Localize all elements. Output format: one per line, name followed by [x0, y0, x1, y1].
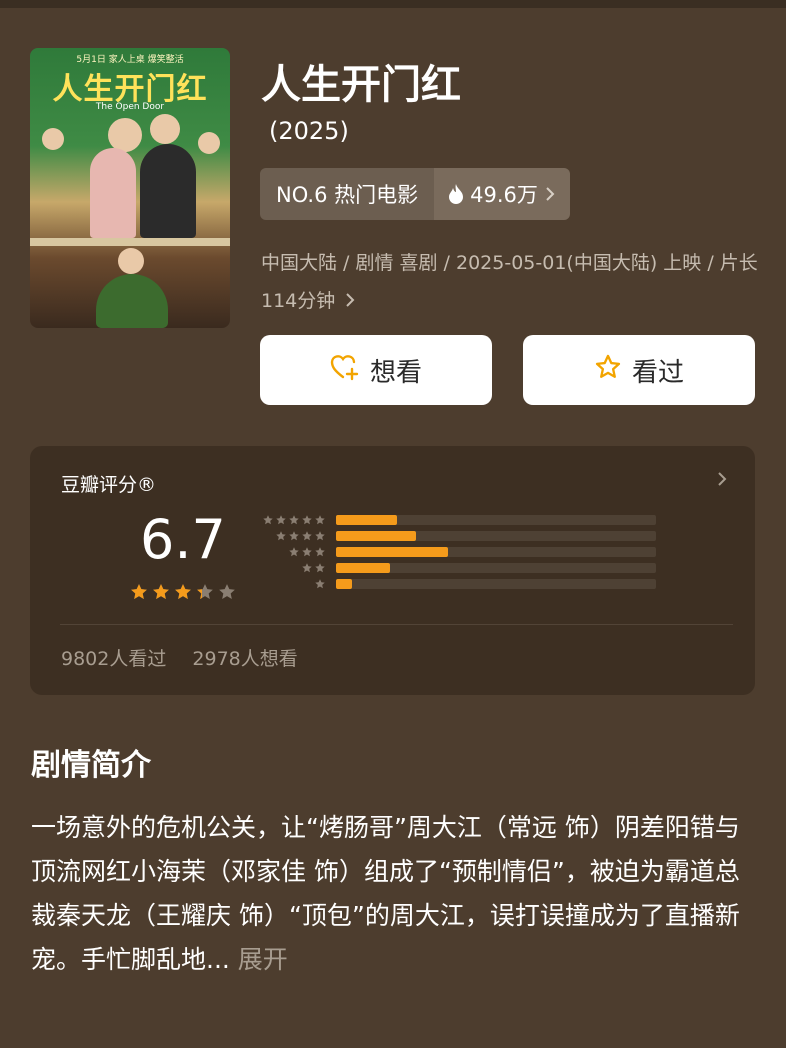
small-star-icon: [302, 515, 312, 525]
poster-figure-body: [90, 148, 136, 238]
small-star-icon: [302, 563, 312, 573]
small-star-icon: [289, 531, 299, 541]
want-button[interactable]: 想看: [260, 335, 492, 405]
distribution-stars: [256, 514, 326, 526]
rating-star-icon: [219, 584, 235, 599]
star-outline-icon: [594, 353, 622, 388]
small-star-icon: [315, 579, 325, 589]
chevron-right-icon: [345, 283, 355, 321]
rating-card[interactable]: 豆瓣评分® 6.7 9802人看过 2978人想看: [30, 446, 755, 695]
synopsis-heading: 剧情简介: [31, 748, 151, 783]
distribution-stars: [256, 578, 326, 590]
small-star-icon: [315, 531, 325, 541]
movie-year: (2025): [269, 117, 349, 145]
distribution-row: [256, 560, 656, 576]
movie-title: 人生开门红: [261, 62, 461, 108]
seen-button[interactable]: 看过: [523, 335, 755, 405]
distribution-bar: [336, 579, 352, 589]
expand-link[interactable]: 展开: [238, 945, 288, 974]
distribution-bar: [336, 547, 448, 557]
rating-star-icon: [131, 584, 147, 599]
divider: [60, 624, 733, 625]
distribution-bar: [336, 531, 416, 541]
flame-icon: [448, 184, 464, 204]
rating-counts: 9802人看过 2978人想看: [61, 644, 298, 671]
rank-label: NO.6 热门电影: [260, 168, 435, 220]
small-star-icon: [289, 547, 299, 557]
poster-figure: [108, 118, 142, 152]
distribution-stars: [256, 546, 326, 558]
want-label: 想看: [369, 357, 422, 388]
rating-star-icon: [175, 584, 191, 599]
poster-figure-body: [96, 274, 168, 328]
small-star-icon: [302, 531, 312, 541]
distribution-stars: [256, 562, 326, 574]
small-star-icon: [276, 515, 286, 525]
heart-plus-icon: [330, 353, 360, 388]
distribution-row: [256, 528, 656, 544]
poster-figure: [198, 132, 220, 154]
distribution-row: [256, 544, 656, 560]
rating-score: 6.7: [140, 508, 226, 571]
seen-count: 9802人看过: [61, 648, 167, 670]
movie-poster[interactable]: 5月1日 家人上桌 爆笑整活 人生开门红 The Open Door: [30, 48, 230, 328]
small-star-icon: [315, 515, 325, 525]
meta-text: 中国大陆 / 剧情 喜剧 / 2025-05-01(中国大陆) 上映 / 片长1…: [261, 252, 758, 312]
chevron-right-icon[interactable]: [716, 470, 728, 492]
rating-label: 豆瓣评分®: [61, 474, 157, 496]
want-count: 2978人想看: [192, 648, 298, 670]
distribution-row: [256, 576, 656, 592]
heat-value: 49.6万: [470, 183, 538, 207]
small-star-icon: [289, 515, 299, 525]
distribution-row: [256, 512, 656, 528]
rating-stars: [129, 582, 237, 602]
distribution-track: [336, 563, 656, 573]
movie-meta[interactable]: 中国大陆 / 剧情 喜剧 / 2025-05-01(中国大陆) 上映 / 片长1…: [261, 244, 761, 321]
rating-star-icon: [197, 584, 213, 599]
poster-figure: [118, 248, 144, 274]
chevron-right-icon: [544, 185, 556, 203]
small-star-icon: [315, 547, 325, 557]
rank-badge[interactable]: NO.6 热门电影 49.6万: [260, 168, 570, 220]
small-star-icon: [263, 515, 273, 525]
distribution-bar: [336, 515, 397, 525]
distribution-track: [336, 531, 656, 541]
small-star-icon: [302, 547, 312, 557]
top-bar: [0, 0, 786, 8]
distribution-stars: [256, 530, 326, 542]
poster-table: [30, 238, 230, 246]
small-star-icon: [315, 563, 325, 573]
distribution-track: [336, 547, 656, 557]
poster-figure-body: [140, 144, 196, 238]
rating-star-icon: [153, 584, 169, 599]
poster-figure: [150, 114, 180, 144]
poster-subtitle: The Open Door: [95, 102, 165, 112]
rating-distribution: [256, 512, 656, 592]
heat-count[interactable]: 49.6万: [434, 168, 570, 220]
small-star-icon: [276, 531, 286, 541]
distribution-track: [336, 579, 656, 589]
synopsis-body: 一场意外的危机公关，让“烤肠哥”周大江（常远 饰）阴差阳错与顶流网红小海茉（邓家…: [31, 813, 740, 974]
distribution-track: [336, 515, 656, 525]
distribution-bar: [336, 563, 391, 573]
poster-figure: [42, 128, 64, 150]
synopsis-text: 一场意外的危机公关，让“烤肠哥”周大江（常远 饰）阴差阳错与顶流网红小海茉（邓家…: [31, 806, 756, 982]
seen-label: 看过: [631, 357, 684, 388]
